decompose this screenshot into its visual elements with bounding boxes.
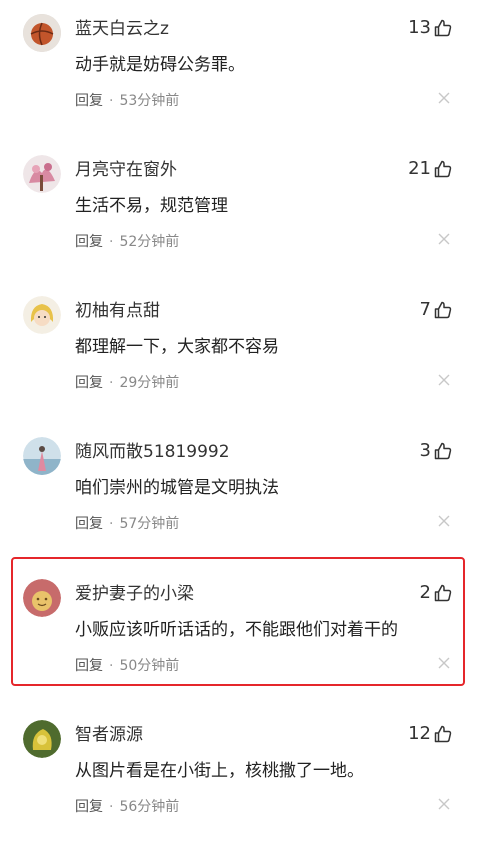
like-count: 7 bbox=[419, 299, 431, 320]
username[interactable]: 随风而散51819992 bbox=[75, 440, 230, 464]
timestamp: 56分钟前 bbox=[119, 799, 180, 815]
thumbs-up-icon bbox=[434, 301, 452, 319]
like-count: 12 bbox=[408, 723, 431, 744]
reply-button[interactable]: 回复 bbox=[75, 375, 103, 391]
comment-text: 从图片看是在小街上，核桃撒了一地。 bbox=[75, 761, 364, 781]
avatar[interactable] bbox=[23, 14, 61, 52]
avatar[interactable] bbox=[23, 155, 61, 193]
timestamp: 29分钟前 bbox=[119, 375, 180, 391]
avatar[interactable] bbox=[23, 296, 61, 334]
reply-button[interactable]: 回复 bbox=[75, 799, 103, 815]
timestamp: 53分钟前 bbox=[119, 93, 180, 109]
like-button[interactable]: 21 bbox=[408, 157, 452, 181]
comment-item: 蓝天白云之z 13 动手就是妨碍公务罪。 回复 · 53分钟前 bbox=[0, 0, 480, 141]
comment-item: 初柚有点甜 7 都理解一下，大家都不容易 回复 · 29分钟前 bbox=[0, 282, 480, 423]
like-button[interactable]: 3 bbox=[420, 439, 452, 463]
comment-text: 咱们崇州的城管是文明执法 bbox=[75, 478, 279, 498]
separator-dot: · bbox=[109, 658, 114, 674]
close-icon[interactable] bbox=[436, 513, 452, 529]
like-count: 3 bbox=[419, 440, 431, 461]
thumbs-up-icon bbox=[434, 160, 452, 178]
timestamp: 50分钟前 bbox=[119, 658, 180, 674]
username[interactable]: 智者源源 bbox=[75, 723, 143, 747]
username[interactable]: 初柚有点甜 bbox=[75, 299, 160, 323]
close-icon[interactable] bbox=[436, 90, 452, 106]
reply-button[interactable]: 回复 bbox=[75, 93, 103, 109]
like-count: 21 bbox=[408, 158, 431, 179]
username[interactable]: 爱护妻子的小梁 bbox=[75, 582, 194, 606]
thumbs-up-icon bbox=[434, 584, 452, 602]
like-button[interactable]: 13 bbox=[408, 16, 452, 40]
comment-meta: 回复 · 56分钟前 bbox=[75, 797, 179, 817]
close-icon[interactable] bbox=[436, 796, 452, 812]
separator-dot: · bbox=[109, 375, 114, 391]
avatar[interactable] bbox=[23, 437, 61, 475]
username[interactable]: 月亮守在窗外 bbox=[75, 158, 177, 182]
thumbs-up-icon bbox=[434, 442, 452, 460]
like-button[interactable]: 2 bbox=[420, 581, 452, 605]
comment-text: 动手就是妨碍公务罪。 bbox=[75, 55, 245, 75]
reply-button[interactable]: 回复 bbox=[75, 516, 103, 532]
comment-meta: 回复 · 57分钟前 bbox=[75, 514, 179, 534]
comment-item: 智者源源 12 从图片看是在小街上，核桃撒了一地。 回复 · 56分钟前 bbox=[0, 706, 480, 847]
like-count: 2 bbox=[419, 582, 431, 603]
comment-item: 随风而散51819992 3 咱们崇州的城管是文明执法 回复 · 57分钟前 bbox=[0, 423, 480, 564]
avatar[interactable] bbox=[23, 579, 61, 617]
username[interactable]: 蓝天白云之z bbox=[75, 17, 169, 41]
thumbs-up-icon bbox=[434, 19, 452, 37]
separator-dot: · bbox=[109, 234, 114, 250]
separator-dot: · bbox=[109, 516, 114, 532]
comment-item: 爱护妻子的小梁 2 小贩应该听听话话的，不能跟他们对着干的 回复 · 50分钟前 bbox=[0, 565, 480, 706]
avatar[interactable] bbox=[23, 720, 61, 758]
comment-text: 小贩应该听听话话的，不能跟他们对着干的 bbox=[75, 620, 398, 640]
comment-text: 都理解一下，大家都不容易 bbox=[75, 337, 279, 357]
separator-dot: · bbox=[109, 93, 114, 109]
like-button[interactable]: 7 bbox=[420, 298, 452, 322]
close-icon[interactable] bbox=[436, 655, 452, 671]
comment-meta: 回复 · 50分钟前 bbox=[75, 656, 179, 676]
comment-text: 生活不易，规范管理 bbox=[75, 196, 228, 216]
close-icon[interactable] bbox=[436, 231, 452, 247]
timestamp: 57分钟前 bbox=[119, 516, 180, 532]
comment-meta: 回复 · 52分钟前 bbox=[75, 232, 179, 252]
comment-meta: 回复 · 29分钟前 bbox=[75, 373, 179, 393]
reply-button[interactable]: 回复 bbox=[75, 658, 103, 674]
like-count: 13 bbox=[408, 17, 431, 38]
reply-button[interactable]: 回复 bbox=[75, 234, 103, 250]
like-button[interactable]: 12 bbox=[408, 722, 452, 746]
thumbs-up-icon bbox=[434, 725, 452, 743]
comment-item: 月亮守在窗外 21 生活不易，规范管理 回复 · 52分钟前 bbox=[0, 141, 480, 282]
close-icon[interactable] bbox=[436, 372, 452, 388]
timestamp: 52分钟前 bbox=[119, 234, 180, 250]
comment-meta: 回复 · 53分钟前 bbox=[75, 91, 179, 111]
separator-dot: · bbox=[109, 799, 114, 815]
